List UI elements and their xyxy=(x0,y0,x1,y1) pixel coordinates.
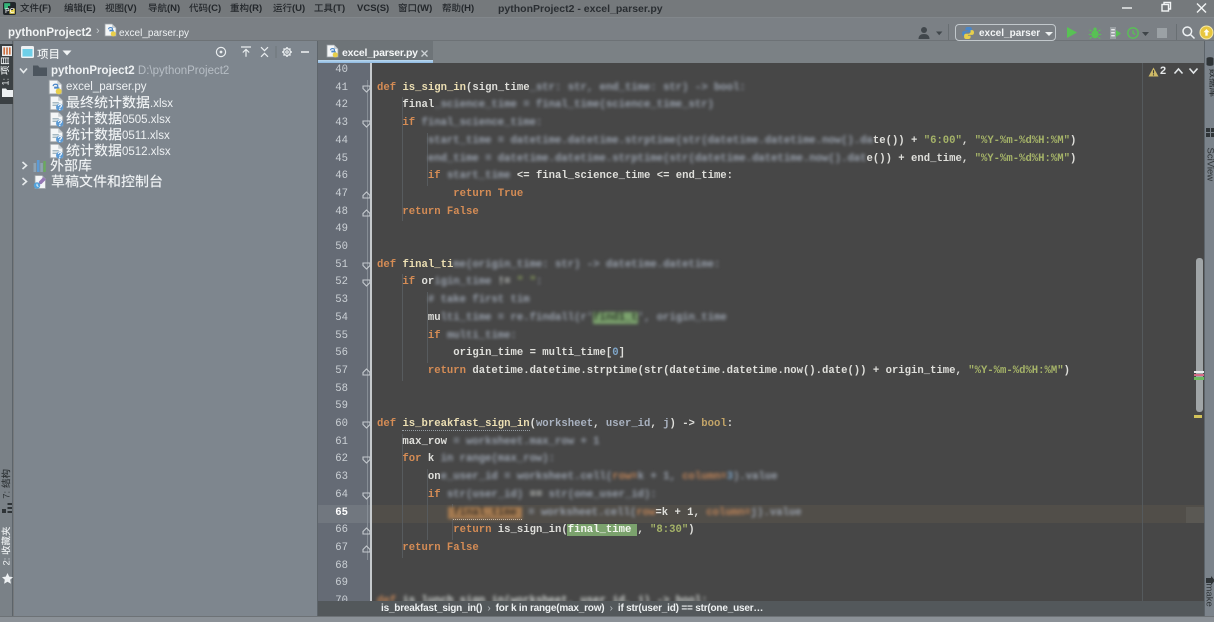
svg-text:?: ? xyxy=(58,135,63,143)
svg-text:PC: PC xyxy=(5,8,15,15)
svg-text:?: ? xyxy=(58,119,63,127)
svg-text:?: ? xyxy=(58,103,63,111)
